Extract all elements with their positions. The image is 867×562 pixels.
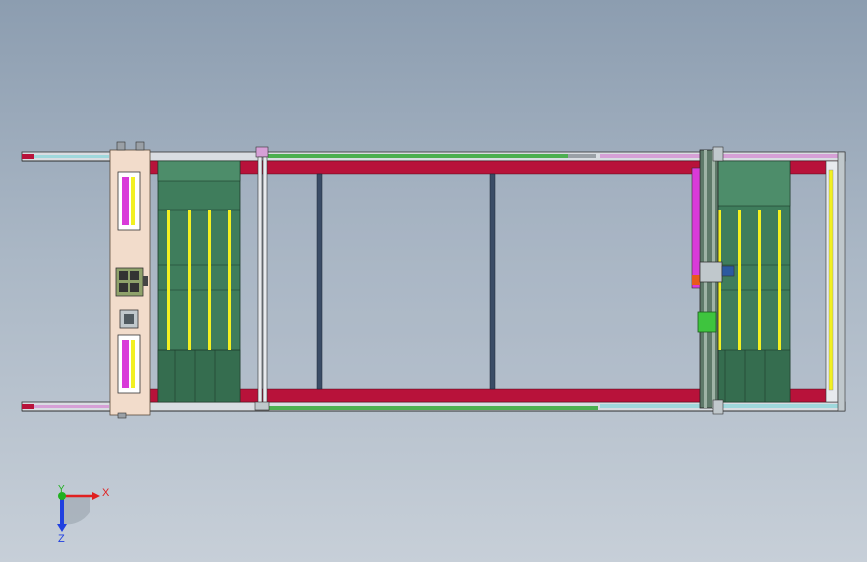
- coordinate-triad: X Y Z: [57, 484, 110, 545]
- x-axis-label: X: [102, 487, 110, 499]
- cad-viewport[interactable]: X Y Z: [0, 0, 867, 562]
- z-axis-arrowhead: [57, 524, 67, 532]
- x-axis-arrowhead: [92, 492, 100, 500]
- y-axis-label: Y: [58, 484, 65, 495]
- z-axis-label: Z: [58, 533, 65, 545]
